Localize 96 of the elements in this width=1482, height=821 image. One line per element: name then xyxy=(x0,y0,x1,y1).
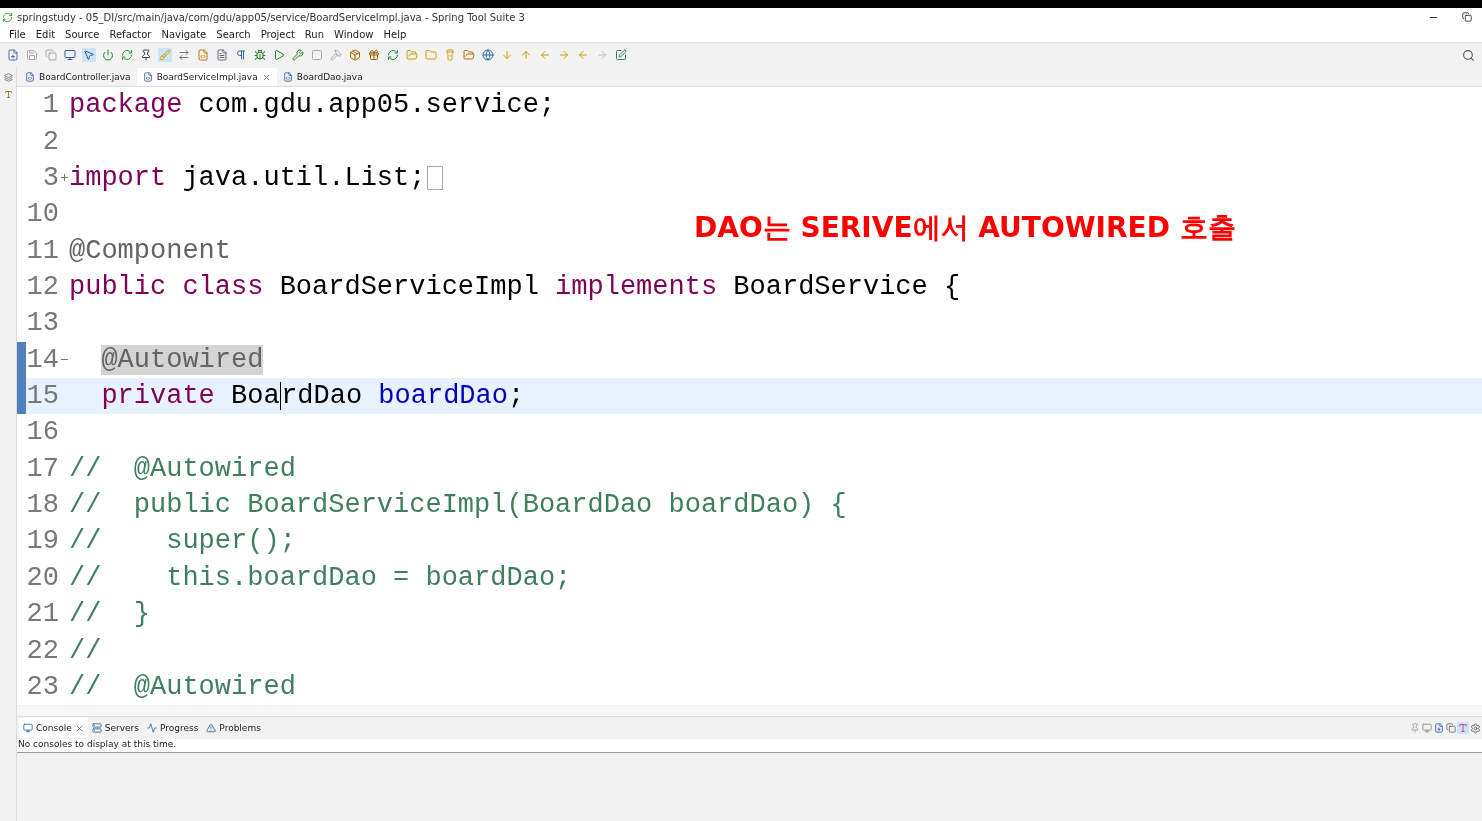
line-number: 20 xyxy=(26,562,59,593)
restore-icon xyxy=(1462,12,1472,22)
new-file-icon[interactable] xyxy=(6,48,20,62)
settings-icon[interactable] xyxy=(1469,721,1482,735)
restore-view-icon[interactable] xyxy=(3,73,13,82)
line-number: 23 xyxy=(26,671,59,702)
search-icon[interactable] xyxy=(1461,47,1476,63)
line-number: 15 xyxy=(26,381,59,412)
line-number: 21 xyxy=(26,599,59,630)
console-icon xyxy=(23,723,33,733)
annotation-note: DAO는 SERIVE에서 AUTOWIRED 호출 xyxy=(694,210,1236,246)
panel-tab[interactable]: Console xyxy=(19,718,88,738)
code-line: // public BoardServiceImpl(BoardDao boardDao) { xyxy=(69,490,847,521)
menu-item[interactable]: Project xyxy=(255,28,300,40)
code-line: public class BoardServiceImpl implements BoardService { xyxy=(69,271,961,302)
outline-icon[interactable] xyxy=(3,90,13,99)
folded-code-icon[interactable] xyxy=(427,165,444,190)
folder-open-icon[interactable] xyxy=(405,48,419,62)
app-logo-icon xyxy=(2,11,13,23)
copy-icon[interactable] xyxy=(1445,722,1457,734)
fold-expand-icon[interactable] xyxy=(60,174,68,182)
gift-icon[interactable] xyxy=(367,48,381,62)
editor-tab[interactable]: BoardController.java xyxy=(19,68,137,86)
line-number: 3 xyxy=(41,162,59,193)
pin-icon[interactable] xyxy=(139,48,153,62)
wrench-icon[interactable] xyxy=(291,48,305,62)
package-icon[interactable] xyxy=(348,48,362,62)
java-file-icon xyxy=(142,72,153,82)
panel-tab[interactable]: Progress xyxy=(142,718,203,738)
menu-item[interactable]: Search xyxy=(211,28,256,40)
panel-tab[interactable]: Servers xyxy=(87,718,143,738)
stop-icon[interactable] xyxy=(310,48,324,62)
line-number: 10 xyxy=(26,199,59,230)
code-line: // @Autowired xyxy=(69,671,296,702)
code-line: // } xyxy=(69,599,150,630)
menu-item[interactable]: Help xyxy=(378,28,412,40)
save-icon[interactable] xyxy=(25,48,39,62)
panel-tab[interactable]: Problems xyxy=(202,718,265,738)
menu-item[interactable]: File xyxy=(4,28,31,40)
swap-icon[interactable] xyxy=(177,48,191,62)
close-icon[interactable] xyxy=(261,72,271,82)
code-line: import java.util.List; xyxy=(69,162,444,193)
console-message: No consoles to display at this time. xyxy=(17,739,1482,753)
pointer-icon[interactable] xyxy=(82,48,96,62)
editor-tab[interactable]: BoardServiceImpl.java xyxy=(136,68,277,86)
servers-icon xyxy=(91,723,102,733)
folder-open-icon[interactable] xyxy=(462,48,476,62)
line-number: 11 xyxy=(26,235,59,266)
line-number: 22 xyxy=(26,635,59,666)
line-number: 13 xyxy=(26,308,59,339)
close-icon[interactable] xyxy=(74,723,84,733)
edit-icon[interactable] xyxy=(614,48,628,62)
editor-tab[interactable]: BoardDao.java xyxy=(276,68,369,86)
line-number: 18 xyxy=(26,490,59,521)
menu-item[interactable]: Window xyxy=(329,28,379,40)
code-file-icon[interactable] xyxy=(196,48,210,62)
menu-item[interactable]: Navigate xyxy=(156,28,212,40)
menu-item[interactable]: Refactor xyxy=(104,28,157,40)
menu-item[interactable]: Run xyxy=(299,28,330,40)
play-icon[interactable] xyxy=(272,48,286,62)
code-line: // @Autowired xyxy=(69,453,296,484)
code-line: @Component xyxy=(69,235,232,266)
code-line: // this.boardDao = boardDao; xyxy=(69,562,572,593)
line-number: 16 xyxy=(26,417,59,448)
line-number: 14 xyxy=(26,344,59,375)
new-file-icon[interactable] xyxy=(1433,722,1445,734)
line-number: 1 xyxy=(41,90,59,121)
menu-item[interactable]: Source xyxy=(60,28,105,40)
code-line: // xyxy=(69,635,102,666)
power-icon[interactable] xyxy=(101,48,115,62)
refresh-icon[interactable] xyxy=(386,48,400,62)
line-number: 2 xyxy=(41,126,59,157)
line-number: 17 xyxy=(26,453,59,484)
monitor-icon[interactable] xyxy=(63,48,77,62)
code-line: package com.gdu.app05.service; xyxy=(69,90,556,121)
document-icon[interactable] xyxy=(215,48,229,62)
brush-icon[interactable] xyxy=(158,48,172,62)
line-number: 19 xyxy=(26,526,59,557)
pilcrow-icon[interactable] xyxy=(234,48,248,62)
folder-icon[interactable] xyxy=(424,48,438,62)
globe-icon[interactable] xyxy=(481,48,495,62)
copy-icon[interactable] xyxy=(44,48,58,62)
code-line: private BoardDao boardDao; xyxy=(100,381,525,412)
menu-item[interactable]: Edit xyxy=(30,28,61,40)
text-style-icon[interactable] xyxy=(1457,722,1469,734)
line-number: 12 xyxy=(26,271,59,302)
refresh-icon[interactable] xyxy=(120,48,134,62)
hammer-icon[interactable] xyxy=(329,48,343,62)
progress-icon xyxy=(146,723,157,733)
java-file-icon xyxy=(282,72,293,82)
flashlight-icon[interactable] xyxy=(443,48,457,62)
window-title: springstudy - 05_DI/src/main/java/com/gdu/app05/service/BoardServiceImpl.java - Spring Tool Suite 3 xyxy=(17,11,526,23)
code-line: // super(); xyxy=(69,526,296,557)
bug-icon[interactable] xyxy=(253,48,267,62)
problems-icon xyxy=(206,723,217,733)
java-file-icon xyxy=(25,72,35,82)
